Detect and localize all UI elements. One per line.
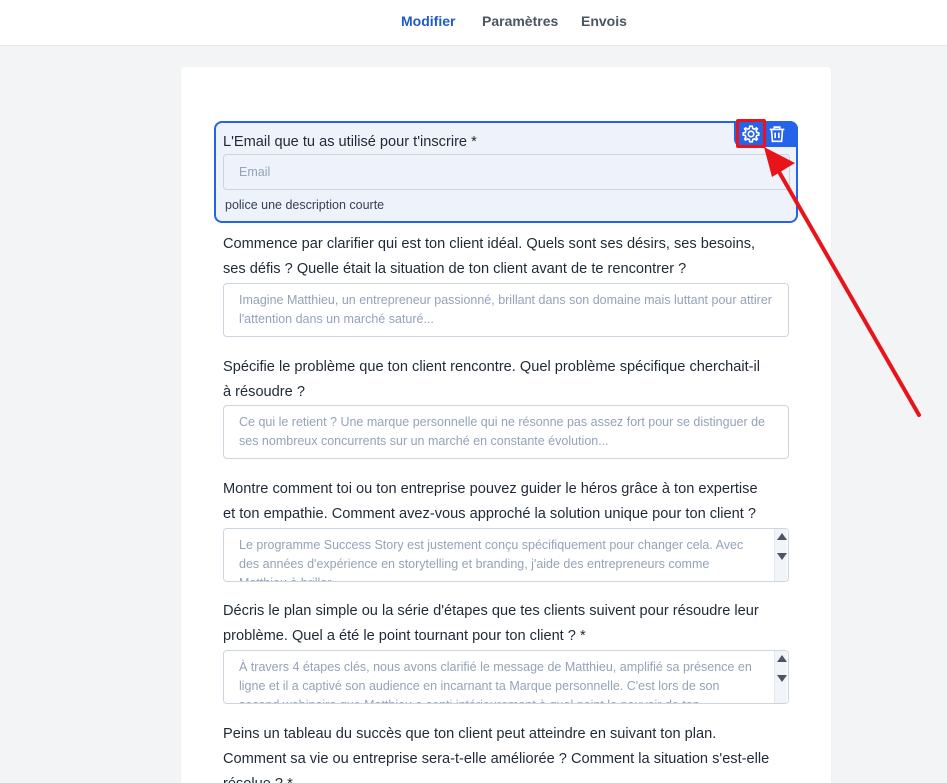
question-label-line: et ton empathie. Comment avez-vous appro… [223,506,756,522]
trash-icon[interactable] [766,123,788,145]
email-field-block[interactable]: L'Email que tu as utilisé pour t'inscrir… [214,121,798,223]
scrollbar[interactable] [774,651,787,703]
question-label-line: Montre comment toi ou ton entreprise pou… [223,481,758,497]
question-label: Spécifie le problème que ton client renc… [223,355,798,405]
question-label-line: résolue ? * [223,772,798,783]
scroll-up-icon[interactable] [777,533,787,540]
email-field[interactable] [223,154,790,190]
problem-textarea[interactable] [223,405,789,459]
field-description: police une description courte [225,198,385,212]
scroll-down-icon[interactable] [777,553,787,560]
question-label-line: Spécifie le problème que ton client renc… [223,359,761,375]
tab-parametres[interactable]: Paramètres [482,13,558,29]
top-navigation: Modifier Paramètres Envois [0,0,947,46]
question-label-line: problème. Quel a été le point tournant p… [223,628,586,644]
tab-envois[interactable]: Envois [581,13,627,29]
plan-textarea[interactable] [223,650,789,704]
tab-modifier[interactable]: Modifier [401,13,455,29]
annotation-highlight-box [736,119,766,148]
scroll-down-icon[interactable] [777,675,787,682]
question-label: Commence par clarifier qui est ton clien… [223,232,798,282]
question-label-line: Décris le plan simple ou la série d'étap… [223,603,759,619]
ideal-client-textarea[interactable] [223,283,789,337]
question-label-line: ses défis ? Quelle était la situation de… [223,261,687,277]
guide-textarea[interactable] [223,528,789,582]
question-label-line: Peins un tableau du succès que ton clien… [223,726,717,742]
question-label: Montre comment toi ou ton entreprise pou… [223,477,798,527]
question-label-line: Comment sa vie ou entreprise sera-t-elle… [223,751,770,767]
question-label: Décris le plan simple ou la série d'étap… [223,599,798,649]
question-label-line: Commence par clarifier qui est ton clien… [223,236,756,252]
email-field-label: L'Email que tu as utilisé pour t'inscrir… [223,134,477,150]
question-label: Peins un tableau du succès que ton clien… [223,722,798,783]
scrollbar[interactable] [774,529,787,581]
scroll-up-icon[interactable] [777,655,787,662]
question-label-line: à résoudre ? [223,384,305,400]
